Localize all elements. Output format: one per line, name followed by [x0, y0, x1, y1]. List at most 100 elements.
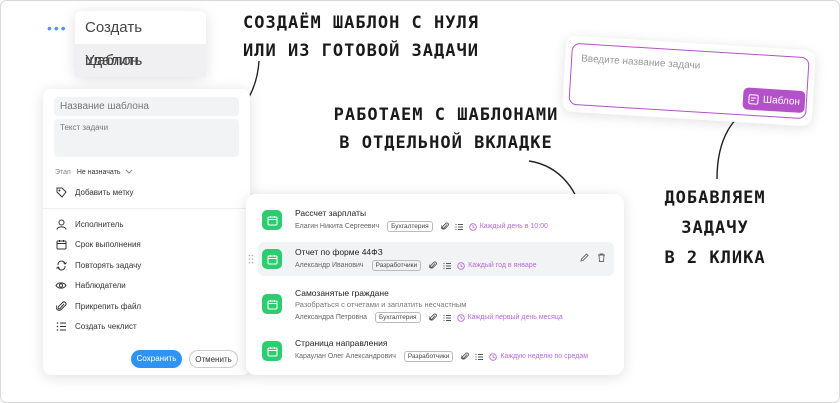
user-icon	[55, 218, 67, 230]
template-title: Рассчет зарплаты	[295, 208, 367, 218]
save-button[interactable]: Сохранить	[131, 350, 182, 368]
recurrence-text: Каждый день в 10:00	[479, 223, 548, 230]
template-assignee: Караулан Олег Александрович	[295, 353, 396, 360]
template-assignee: Александр Иванович	[295, 262, 364, 269]
template-icon	[262, 210, 282, 230]
repeat-icon	[55, 259, 67, 271]
stage-select[interactable]: Не назначать	[77, 169, 134, 176]
template-meta: Александр Иванович Разработчики Каждый г…	[295, 260, 537, 271]
paperclip-icon	[461, 352, 470, 361]
dropdown-menu: Создать шаблон Удалить	[75, 11, 206, 77]
option-repeat[interactable]: Повторять задачу	[43, 255, 250, 276]
template-meta: Караулан Олег Александрович Разработчики…	[295, 351, 588, 362]
template-recurrence: Каждый год в январе	[457, 261, 537, 270]
template-recurrence: Каждый день в 10:00	[468, 222, 548, 231]
template-actions	[580, 253, 606, 262]
more-icon[interactable]: •••	[47, 20, 68, 36]
template-icon	[262, 294, 282, 314]
option-assignee[interactable]: Исполнитель	[43, 214, 250, 235]
checklist-icon	[55, 321, 67, 333]
option-label: Прикрепить файл	[75, 301, 142, 311]
calendar-icon	[55, 239, 67, 251]
option-label: Срок выполнения	[75, 240, 141, 250]
template-tag: Бухгалтерия	[387, 221, 433, 232]
template-meta: Александра Петровна Бухгалтерия Каждый п…	[295, 312, 563, 323]
template-item[interactable]: Отчет по форме 44ФЗ Александр Иванович Р…	[248, 242, 614, 276]
annotation-line: задачу	[681, 218, 749, 238]
template-item[interactable]: Рассчет зарплаты Елагин Никита Сергеевич…	[258, 206, 614, 240]
trash-icon[interactable]	[597, 253, 606, 262]
template-icon	[262, 249, 282, 269]
clock-icon	[456, 313, 465, 322]
paperclip-icon	[55, 300, 67, 312]
option-label: Создать чеклист	[75, 322, 137, 332]
annotation-line: в 2 клика	[664, 248, 766, 268]
recurrence-text: Каждый первый день месяца	[467, 314, 563, 321]
stage-row: Этап Не назначать	[43, 162, 250, 183]
add-tag-button[interactable]: Добавить метку	[43, 183, 250, 204]
task-input-card: Введите название задачи Шаблон	[561, 35, 817, 127]
menu-item-delete[interactable]: Удалить	[75, 44, 206, 77]
drag-handle-icon[interactable]	[248, 254, 254, 264]
template-description: Разобраться с отчетами и заплатить несча…	[295, 300, 467, 309]
annotation-line: Добавляем	[664, 188, 766, 208]
template-recurrence: Каждый первый день месяца	[456, 313, 563, 322]
template-tag: Разработчики	[403, 351, 454, 362]
annotation-line: Создаём шаблон с нуля	[243, 13, 479, 33]
tag-icon	[55, 187, 67, 199]
recurrence-text: Каждую неделю по средам	[500, 353, 589, 360]
template-tag: Бухгалтерия	[375, 312, 421, 323]
option-checklist[interactable]: Создать чеклист	[43, 317, 250, 338]
recurrence-text: Каждый год в январе	[468, 262, 537, 269]
eye-icon	[55, 280, 67, 292]
paperclip-icon	[440, 222, 449, 231]
option-label: Исполнитель	[75, 219, 124, 229]
template-button[interactable]: Шаблон	[742, 87, 806, 114]
template-name-input[interactable]: Название шаблона	[54, 97, 239, 116]
annotation-create-template: Создаём шаблон с нуля или из готовой зад…	[243, 9, 479, 65]
clock-icon	[468, 222, 477, 231]
checklist-icon	[475, 353, 484, 361]
template-assignee: Александра Петровна	[295, 314, 368, 321]
option-label: Повторять задачу	[75, 260, 142, 270]
cancel-button[interactable]: Отменить	[189, 350, 238, 368]
annotation-line: Работаем с шаблонами	[333, 105, 559, 125]
template-recurrence: Каждую неделю по средам	[489, 352, 589, 361]
task-name-input[interactable]: Введите название задачи Шаблон	[568, 42, 810, 120]
template-title: Страница направления	[295, 338, 388, 348]
annotation-line: или из готовой задачи	[243, 41, 479, 61]
template-item[interactable]: Самозанятые граждане Разобраться с отчет…	[258, 286, 614, 326]
annotation-line: в отдельной вкладке	[339, 133, 553, 153]
menu-item-create-template[interactable]: Создать шаблон	[75, 11, 206, 69]
divider	[43, 208, 250, 209]
clock-icon	[457, 261, 465, 270]
template-form: Название шаблона Текст задачи Этап Не на…	[43, 89, 250, 375]
template-title: Самозанятые граждане	[295, 288, 389, 298]
task-name-placeholder: Введите название задачи	[580, 53, 701, 72]
paperclip-icon	[429, 261, 437, 270]
paperclip-icon	[428, 313, 437, 322]
option-watchers[interactable]: Наблюдатели	[43, 276, 250, 297]
template-meta: Елагин Никита Сергеевич Бухгалтерия Кажд…	[295, 221, 548, 232]
template-item[interactable]: Страница направления Караулан Олег Алекс…	[258, 335, 614, 369]
annotation-add-task: Добавляем задачу в 2 клика	[651, 183, 779, 273]
template-icon	[262, 341, 282, 361]
option-due-date[interactable]: Срок выполнения	[43, 235, 250, 256]
stage-value: Не назначать	[76, 168, 121, 176]
stage-label: Этап	[55, 168, 71, 176]
checklist-icon	[442, 314, 451, 322]
clock-icon	[489, 352, 498, 361]
templates-list: Рассчет зарплаты Елагин Никита Сергеевич…	[246, 194, 624, 375]
annotation-templates-tab: Работаем с шаблонами в отдельной вкладке	[326, 101, 566, 157]
chevron-down-icon	[126, 169, 133, 174]
template-assignee: Елагин Никита Сергеевич	[295, 223, 380, 230]
checklist-icon	[443, 262, 452, 270]
checklist-icon	[455, 223, 463, 231]
edit-icon[interactable]	[580, 253, 589, 262]
option-attach-file[interactable]: Прикрепить файл	[43, 296, 250, 317]
template-button-label: Шаблон	[762, 94, 801, 108]
task-text-input[interactable]: Текст задачи	[54, 119, 239, 157]
add-tag-label: Добавить метку	[75, 188, 134, 198]
template-icon	[748, 93, 759, 105]
option-label: Наблюдатели	[75, 281, 126, 291]
